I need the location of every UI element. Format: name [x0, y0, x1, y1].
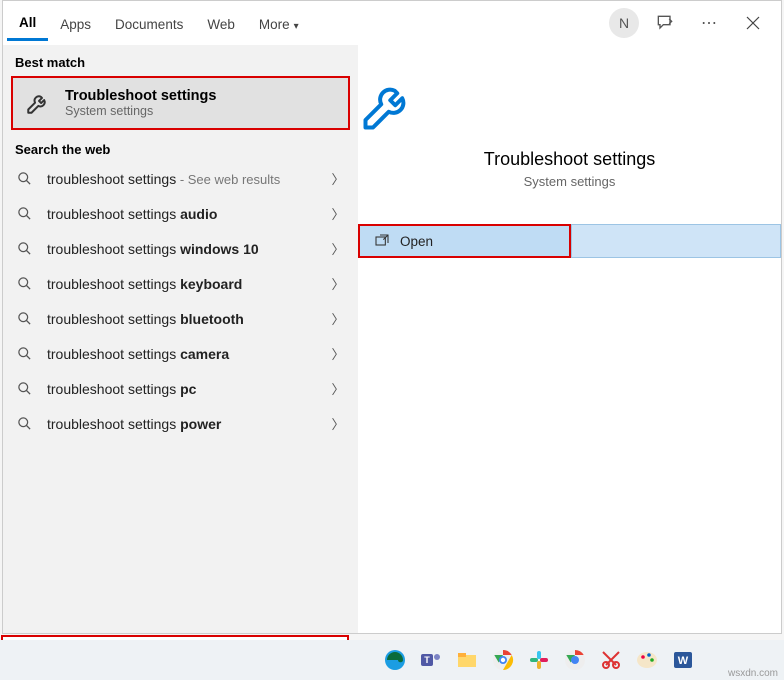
preview-hero: Troubleshoot settings System settings [358, 45, 781, 204]
open-label: Open [400, 234, 433, 249]
best-match-title: Troubleshoot settings [65, 88, 216, 104]
action-row: Open [358, 224, 781, 258]
best-match-text: Troubleshoot settings System settings [65, 88, 216, 118]
search-window: All Apps Documents Web More ▾ N ⋯ Best ma… [2, 0, 782, 634]
search-icon [17, 276, 37, 291]
search-icon [17, 346, 37, 361]
wrench-large-icon [358, 75, 418, 135]
taskbar-edge-icon[interactable] [380, 645, 410, 675]
taskbar-chrome2-icon[interactable] [560, 645, 590, 675]
tab-apps[interactable]: Apps [48, 7, 103, 40]
best-match-label: Best match [3, 45, 358, 74]
tab-more-label: More [259, 17, 290, 32]
search-icon [17, 206, 37, 221]
suggestion-text: troubleshoot settings keyboard [47, 276, 328, 292]
best-match-result[interactable]: Troubleshoot settings System settings [11, 76, 350, 130]
svg-text:T: T [424, 655, 430, 665]
chevron-right-icon: 〉 [328, 274, 348, 293]
tab-web[interactable]: Web [195, 7, 247, 40]
suggestion-item[interactable]: troubleshoot settings keyboard〉 [3, 266, 358, 301]
open-icon [374, 233, 390, 249]
suggestion-text: troubleshoot settings pc [47, 381, 328, 397]
search-icon [17, 311, 37, 326]
search-icon [17, 241, 37, 256]
suggestion-item[interactable]: troubleshoot settings audio〉 [3, 196, 358, 231]
taskbar-explorer-icon[interactable] [452, 645, 482, 675]
chevron-right-icon: 〉 [328, 414, 348, 433]
suggestion-item[interactable]: troubleshoot settings - See web results〉 [3, 161, 358, 196]
best-match-subtitle: System settings [65, 104, 216, 118]
suggestion-item[interactable]: troubleshoot settings pc〉 [3, 371, 358, 406]
chevron-right-icon: 〉 [328, 239, 348, 258]
taskbar-snip-icon[interactable] [596, 645, 626, 675]
preview-panel: Troubleshoot settings System settings Op… [358, 45, 781, 633]
open-button[interactable]: Open [358, 224, 571, 258]
preview-title: Troubleshoot settings [358, 149, 781, 170]
search-web-label: Search the web [3, 132, 358, 161]
user-avatar[interactable]: N [609, 8, 639, 38]
svg-text:W: W [678, 655, 689, 667]
suggestion-text: troubleshoot settings camera [47, 346, 328, 362]
suggestion-item[interactable]: troubleshoot settings power〉 [3, 406, 358, 441]
search-icon [17, 381, 37, 396]
suggestion-item[interactable]: troubleshoot settings windows 10〉 [3, 231, 358, 266]
suggestion-text: troubleshoot settings - See web results [47, 171, 328, 187]
header-right: N ⋯ [609, 5, 777, 41]
results-panel: Best match Troubleshoot settings System … [3, 45, 358, 633]
taskbar: T W [0, 640, 784, 680]
chevron-right-icon: 〉 [328, 309, 348, 328]
taskbar-slack-icon[interactable] [524, 645, 554, 675]
suggestion-item[interactable]: troubleshoot settings camera〉 [3, 336, 358, 371]
wrench-icon [23, 88, 53, 118]
taskbar-paint-icon[interactable] [632, 645, 662, 675]
taskbar-word-icon[interactable]: W [668, 645, 698, 675]
chevron-right-icon: 〉 [328, 379, 348, 398]
suggestion-item[interactable]: troubleshoot settings bluetooth〉 [3, 301, 358, 336]
taskbar-teams-icon[interactable]: T [416, 645, 446, 675]
chevron-right-icon: 〉 [328, 204, 348, 223]
watermark: wsxdn.com [728, 668, 778, 679]
chevron-down-icon: ▾ [294, 21, 299, 32]
suggestion-list: troubleshoot settings - See web results〉… [3, 161, 358, 441]
suggestion-text: troubleshoot settings windows 10 [47, 241, 328, 257]
content-area: Best match Troubleshoot settings System … [3, 45, 781, 633]
taskbar-chrome-icon[interactable] [488, 645, 518, 675]
suggestion-text: troubleshoot settings power [47, 416, 328, 432]
tab-all[interactable]: All [7, 5, 48, 41]
action-secondary[interactable] [571, 224, 782, 258]
suggestion-text: troubleshoot settings bluetooth [47, 311, 328, 327]
chevron-right-icon: 〉 [328, 169, 348, 188]
tab-documents[interactable]: Documents [103, 7, 195, 40]
tab-more[interactable]: More ▾ [247, 7, 311, 40]
feedback-icon[interactable] [647, 5, 683, 41]
preview-subtitle: System settings [358, 174, 781, 189]
search-icon [17, 416, 37, 431]
chevron-right-icon: 〉 [328, 344, 348, 363]
search-icon [17, 171, 37, 186]
filter-tabs: All Apps Documents Web More ▾ N ⋯ [3, 1, 781, 45]
close-icon[interactable] [735, 5, 771, 41]
suggestion-text: troubleshoot settings audio [47, 206, 328, 222]
more-options-icon[interactable]: ⋯ [691, 5, 727, 41]
